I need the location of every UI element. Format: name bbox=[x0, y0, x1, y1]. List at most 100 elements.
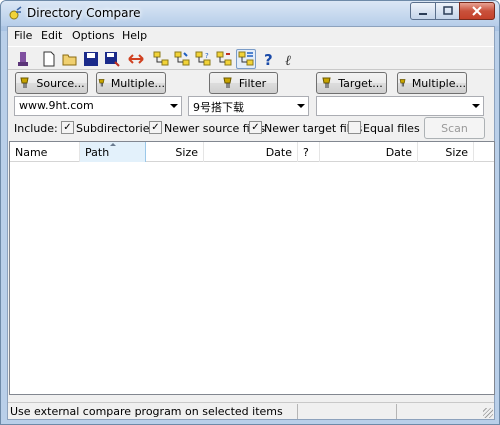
show-all-icon bbox=[238, 51, 254, 66]
source-multiple-label: Multiple... bbox=[110, 76, 165, 90]
filter-button-label: Filter bbox=[238, 76, 267, 90]
show-all-button[interactable] bbox=[236, 49, 256, 69]
subdirectories-label: Subdirectories bbox=[76, 122, 156, 135]
target-multiple-label: Multiple... bbox=[411, 76, 466, 90]
tree-view-icon bbox=[153, 51, 169, 66]
help-icon: ? bbox=[264, 51, 273, 68]
dropdown-arrow-icon bbox=[297, 104, 305, 108]
filter-value: 9号搭下载 bbox=[193, 101, 244, 114]
menu-options[interactable]: Options bbox=[72, 29, 114, 42]
minimize-icon bbox=[419, 13, 427, 15]
minimize-button[interactable] bbox=[410, 2, 436, 20]
pencil-icon bbox=[399, 79, 406, 87]
window-title: Directory Compare bbox=[27, 6, 141, 20]
menu-help[interactable]: Help bbox=[122, 29, 147, 42]
newer-target-checkbox[interactable]: ✓ bbox=[249, 121, 262, 134]
compare-results-list[interactable]: Name Path Size Date ? Date Size bbox=[9, 141, 495, 395]
column-compare-status[interactable]: ? bbox=[298, 142, 320, 162]
mark-tree-button[interactable] bbox=[214, 49, 234, 69]
menu-file[interactable]: File bbox=[14, 29, 32, 42]
filter-combo[interactable]: 9号搭下载 bbox=[188, 96, 309, 116]
column-size-label: Size bbox=[175, 146, 198, 159]
scan-button-label: Scan bbox=[441, 121, 468, 135]
save-as-button[interactable] bbox=[102, 49, 122, 69]
sort-ascending-icon bbox=[110, 143, 116, 146]
target-button[interactable]: Target... bbox=[316, 72, 387, 94]
column-status-label: ? bbox=[303, 146, 309, 159]
column-path[interactable]: Path bbox=[80, 142, 146, 162]
menu-edit[interactable]: Edit bbox=[41, 29, 62, 42]
toolbar: ? ? ℓ bbox=[8, 46, 494, 70]
svg-text:ℓ: ℓ bbox=[285, 53, 291, 68]
save-icon bbox=[84, 52, 98, 66]
compare-button[interactable] bbox=[13, 49, 33, 69]
dropdown-arrow-icon bbox=[170, 104, 178, 108]
target-path-combo[interactable] bbox=[316, 96, 484, 116]
subdirectories-checkbox[interactable]: ✓ bbox=[61, 121, 74, 134]
status-bar: Use external compare program on selected… bbox=[8, 402, 494, 419]
source-button-label: Source... bbox=[36, 76, 85, 90]
open-icon bbox=[62, 54, 77, 66]
svg-text:?: ? bbox=[205, 52, 209, 60]
column-path-label: Path bbox=[85, 146, 110, 159]
include-label: Include: bbox=[14, 122, 58, 135]
column-name[interactable]: Name bbox=[10, 142, 80, 162]
equal-files-checkbox[interactable] bbox=[348, 121, 361, 134]
source-multiple-button[interactable]: Multiple... bbox=[96, 72, 166, 94]
app-icon bbox=[9, 6, 22, 20]
close-icon bbox=[472, 6, 482, 16]
filter-icon bbox=[223, 77, 232, 88]
dropdown-arrow-icon bbox=[472, 104, 480, 108]
mark-tree-icon bbox=[216, 51, 232, 66]
swap-button[interactable] bbox=[126, 49, 146, 69]
new-button[interactable] bbox=[39, 49, 59, 69]
context-help-button[interactable]: ℓ bbox=[279, 49, 299, 69]
column-target-size[interactable]: Size bbox=[418, 142, 474, 162]
context-help-icon: ℓ bbox=[285, 53, 291, 68]
newer-source-checkbox[interactable]: ✓ bbox=[149, 121, 162, 134]
source-path-combo[interactable]: www.9ht.com bbox=[14, 96, 182, 116]
compare-icon bbox=[18, 52, 28, 66]
app-window: Directory Compare File Edit Options Help bbox=[0, 0, 500, 425]
client-area: File Edit Options Help ? ? ℓ Source... M… bbox=[7, 26, 495, 420]
status-divider bbox=[297, 404, 298, 419]
target-button-label: Target... bbox=[338, 76, 383, 90]
save-button[interactable] bbox=[81, 49, 101, 69]
collapse-tree-button[interactable]: ? bbox=[193, 49, 213, 69]
maximize-button[interactable] bbox=[435, 2, 460, 20]
title-bar: Directory Compare bbox=[1, 1, 499, 26]
close-button[interactable] bbox=[459, 2, 495, 20]
expand-tree-icon bbox=[174, 51, 190, 66]
list-header: Name Path Size Date ? Date Size bbox=[10, 142, 494, 162]
column-size-label: Size bbox=[445, 146, 468, 159]
source-path-value: www.9ht.com bbox=[19, 99, 94, 112]
swap-icon bbox=[128, 54, 144, 64]
pencil-icon bbox=[20, 77, 29, 88]
target-multiple-button[interactable]: Multiple... bbox=[397, 72, 467, 94]
save-as-icon bbox=[105, 52, 120, 67]
svg-text:?: ? bbox=[264, 51, 273, 68]
equal-files-label: Equal files bbox=[363, 122, 420, 135]
column-name-label: Name bbox=[15, 146, 48, 159]
tree-view-button[interactable] bbox=[151, 49, 171, 69]
status-text: Use external compare program on selected… bbox=[10, 405, 283, 418]
pencil-icon bbox=[98, 79, 105, 87]
open-button[interactable] bbox=[60, 49, 80, 69]
status-divider bbox=[396, 404, 397, 419]
column-date-label: Date bbox=[385, 146, 412, 159]
menu-bar: File Edit Options Help bbox=[8, 27, 494, 45]
column-source-date[interactable]: Date bbox=[204, 142, 298, 162]
column-date-label: Date bbox=[265, 146, 292, 159]
source-button[interactable]: Source... bbox=[15, 72, 88, 94]
column-source-size[interactable]: Size bbox=[146, 142, 204, 162]
expand-tree-button[interactable] bbox=[172, 49, 192, 69]
filter-button[interactable]: Filter bbox=[209, 72, 278, 94]
collapse-tree-icon: ? bbox=[195, 51, 211, 66]
column-target-date[interactable]: Date bbox=[320, 142, 418, 162]
scan-button[interactable]: Scan bbox=[424, 117, 485, 139]
resize-grip[interactable] bbox=[483, 408, 493, 418]
maximize-icon bbox=[442, 6, 453, 15]
new-icon bbox=[43, 51, 55, 67]
pencil-icon bbox=[322, 77, 331, 88]
help-button[interactable]: ? bbox=[259, 49, 279, 69]
